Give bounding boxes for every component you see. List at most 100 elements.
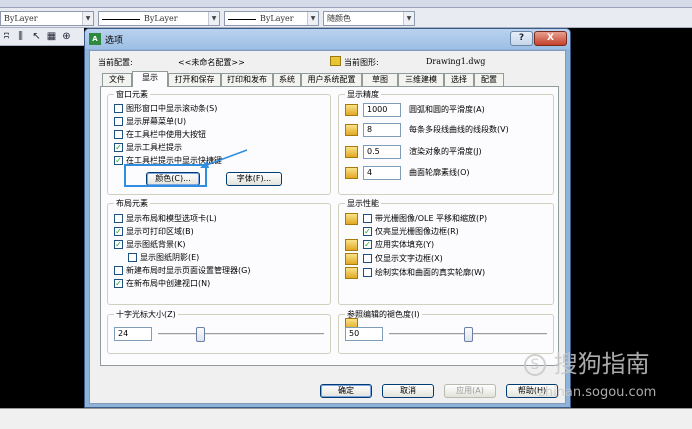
linetype-combo[interactable]: ByLayer ▼: [98, 11, 220, 26]
app-icon: A: [89, 33, 101, 45]
dialog-client: 当前配置: <<未命名配置>> 当前图形: Drawing1.dwg 文件 显示…: [89, 50, 566, 404]
checkbox[interactable]: [114, 214, 123, 223]
lineweight-combo[interactable]: ByLayer ▼: [224, 11, 319, 26]
checkbox[interactable]: ✓: [363, 240, 372, 249]
color-combo-value: 随颜色: [327, 14, 351, 23]
apply-button[interactable]: 应用(A): [444, 384, 496, 398]
display-tab-panel: 窗口元素 图形窗口中显示滚动条(S) 显示屏幕菜单(U) 在工具栏中使用大按钮 …: [100, 86, 559, 366]
checkbox[interactable]: ✓: [363, 227, 372, 236]
xref-fade-group: 参照编辑的褪色度(I) 50: [338, 309, 554, 354]
group-title: 窗口元素: [114, 89, 150, 100]
options-dialog: A 选项 ? X 当前配置: <<未命名配置>> 当前图形: Drawing1.…: [84, 28, 571, 408]
checkbox-label: 图形窗口中显示滚动条(S): [126, 104, 218, 113]
contour-lines-input[interactable]: 4: [363, 166, 401, 180]
chevron-down-icon: ▼: [403, 12, 414, 25]
highlight-box: [124, 164, 207, 187]
layer-combo[interactable]: ByLayer ▼: [0, 11, 94, 26]
drawing-setting-icon: [345, 124, 358, 136]
ok-button[interactable]: 确定: [320, 384, 372, 398]
crosshair-size-input[interactable]: 24: [114, 327, 152, 341]
arc-smoothness-row: 1000 圆弧和圆的平滑度(A): [345, 103, 545, 117]
color-combo[interactable]: 随颜色 ▼: [323, 11, 415, 26]
polyline-segments-label: 每条多段线曲线的线段数(V): [409, 125, 509, 134]
dialog-titlebar[interactable]: A 选项 ? X: [85, 29, 570, 49]
group-title: 十字光标大小(Z): [114, 309, 178, 320]
fonts-button[interactable]: 字体(F)...: [226, 172, 282, 186]
current-profile-value: <<未命名配置>>: [178, 58, 245, 67]
checkbox[interactable]: ✓: [114, 143, 123, 152]
checkbox-label: 显示布局和模型选项卡(L): [126, 214, 217, 223]
crosshair-slider-thumb[interactable]: [195, 327, 205, 342]
help-title-button[interactable]: ?: [510, 31, 533, 46]
tab-files[interactable]: 文件: [102, 73, 132, 86]
line-sample: [228, 18, 256, 20]
checkbox[interactable]: [363, 214, 372, 223]
tab-display[interactable]: 显示: [132, 71, 168, 87]
group-title: 布局元素: [114, 198, 150, 209]
tab-plot-publish[interactable]: 打印和发布: [221, 73, 273, 86]
arc-smoothness-input[interactable]: 1000: [363, 103, 401, 117]
render-smoothness-input[interactable]: 0.5: [363, 145, 401, 159]
cancel-button[interactable]: 取消: [382, 384, 434, 398]
checkbox-label: 仅显示文字边框(X): [375, 254, 443, 263]
checkbox[interactable]: ✓: [114, 279, 123, 288]
layer-combo-value: ByLayer: [4, 14, 38, 23]
checkbox-label: 显示图纸阴影(E): [140, 253, 200, 262]
sogou-logo-icon: S: [524, 354, 546, 376]
polyline-segments-input[interactable]: 8: [363, 123, 401, 137]
checkbox[interactable]: [363, 268, 372, 277]
checkbox-label: 显示图纸背景(K): [126, 240, 186, 249]
target-icon[interactable]: ⊕: [60, 30, 73, 43]
layout-elements-group: 布局元素 显示布局和模型选项卡(L) ✓ 显示可打印区域(B) ✓ 显示图纸背景…: [107, 198, 331, 305]
chevron-down-icon: ▼: [82, 12, 93, 25]
close-button[interactable]: X: [534, 31, 567, 46]
dimension-icon[interactable]: ⫼: [14, 30, 27, 43]
checkbox[interactable]: [114, 266, 123, 275]
contour-lines-label: 曲面轮廓素线(O): [409, 168, 470, 177]
checkbox-label: 带光栅图像/OLE 平移和缩放(P): [375, 214, 488, 223]
drawing-setting-icon: [345, 239, 358, 251]
arc-smoothness-label: 圆弧和圆的平滑度(A): [409, 105, 485, 114]
tab-selection[interactable]: 选择: [444, 73, 474, 86]
tab-system[interactable]: 系统: [273, 73, 301, 86]
lineweight-combo-value: ByLayer: [260, 14, 294, 23]
properties-toolbar: ByLayer ▼ ByLayer ▼ ByLayer ▼ 随颜色 ▼: [0, 8, 692, 28]
tab-3d-modeling[interactable]: 三维建模: [398, 73, 444, 86]
checkbox-label: 绘制实体和曲面的真实轮廓(W): [375, 268, 486, 277]
checkbox-label: 显示屏幕菜单(U): [126, 117, 187, 126]
checkbox[interactable]: ✓: [114, 240, 123, 249]
polyline-segments-row: 8 每条多段线曲线的线段数(V): [345, 123, 545, 137]
checkbox[interactable]: [114, 104, 123, 113]
checkbox[interactable]: ✓: [114, 227, 123, 236]
xref-fade-slider-thumb[interactable]: [463, 327, 473, 342]
tab-drafting[interactable]: 草图: [362, 73, 398, 86]
drawing-setting-icon: [345, 104, 358, 116]
linetype-combo-value: ByLayer: [144, 14, 178, 23]
drawing-setting-icon: [345, 146, 358, 158]
checkbox-label: 在新布局中创建视口(N): [126, 279, 211, 288]
render-smoothness-row: 0.5 渲染对象的平滑度(J): [345, 145, 545, 159]
crosshair-size-group: 十字光标大小(Z) 24: [107, 309, 331, 354]
display-performance-group: 显示性能 带光栅图像/OLE 平移和缩放(P) ✓ 仅亮显光栅图像边框(R) ✓…: [338, 198, 554, 305]
current-profile-label: 当前配置:: [98, 58, 133, 67]
checkbox[interactable]: [114, 130, 123, 139]
chevron-down-icon: ▼: [307, 12, 318, 25]
tab-user-preferences[interactable]: 用户系统配置: [301, 73, 362, 86]
checkbox[interactable]: [114, 117, 123, 126]
checkbox-label: 显示可打印区域(B): [126, 227, 194, 236]
tab-profiles[interactable]: 配置: [474, 73, 504, 86]
leader-icon[interactable]: ↖: [30, 30, 43, 43]
status-bar: [0, 408, 692, 429]
crosshair-slider-track[interactable]: [158, 333, 324, 336]
checkbox[interactable]: [128, 253, 137, 262]
checkbox[interactable]: ✓: [114, 156, 123, 165]
xref-fade-input[interactable]: 50: [345, 327, 383, 341]
drawing-setting-icon: [345, 267, 358, 279]
table-icon[interactable]: ▦: [45, 30, 58, 43]
checkbox[interactable]: [363, 254, 372, 263]
tab-open-save[interactable]: 打开和保存: [168, 73, 221, 86]
text-style-icon[interactable]: ʭ: [0, 30, 13, 43]
chevron-down-icon: ▼: [208, 12, 219, 25]
render-smoothness-label: 渲染对象的平滑度(J): [409, 147, 482, 156]
contour-lines-row: 4 曲面轮廓素线(O): [345, 166, 545, 180]
